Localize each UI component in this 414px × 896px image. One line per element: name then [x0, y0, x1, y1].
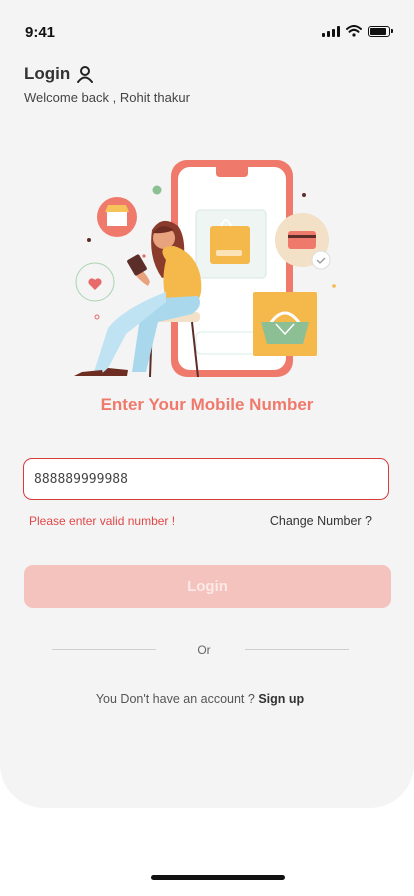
- status-icons: [322, 25, 393, 37]
- title-row: Login: [24, 64, 94, 84]
- no-account-text: You Don't have an account ?: [95, 692, 255, 706]
- validation-error: Please enter valid number !: [29, 514, 176, 528]
- user-icon: [77, 66, 94, 83]
- wifi-icon: [346, 25, 362, 37]
- status-time: 9:41: [25, 24, 56, 41]
- login-button[interactable]: Login: [24, 565, 391, 608]
- battery-icon: [368, 25, 393, 37]
- cellular-signal-icon: [322, 25, 340, 37]
- page-title: Login: [24, 64, 71, 83]
- or-separator: Or: [197, 643, 211, 657]
- home-indicator: [151, 875, 285, 880]
- welcome-text: Welcome back , Rohit thakur: [24, 90, 190, 105]
- divider-right: [245, 649, 349, 650]
- signup-prompt: You Don't have an account ? Sign up: [0, 692, 400, 706]
- status-bar: 9:41: [0, 0, 414, 60]
- screen: 9:41 Login Welcome back , Rohit thakur E…: [0, 0, 414, 808]
- change-number-link[interactable]: Change Number ?: [270, 514, 372, 528]
- shopping-illustration: [74, 160, 336, 378]
- signup-link[interactable]: Sign up: [258, 692, 304, 706]
- mobile-number-heading: Enter Your Mobile Number: [100, 395, 314, 414]
- mobile-number-input[interactable]: [23, 458, 389, 500]
